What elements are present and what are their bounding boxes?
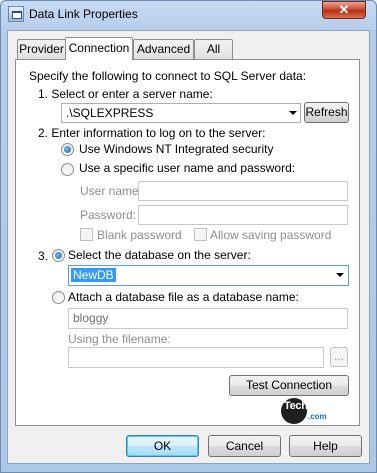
filename-label: Using the filename:	[68, 332, 171, 346]
select-database-radio[interactable]	[52, 249, 65, 262]
attach-database-label: Attach a database file as a database nam…	[68, 290, 299, 304]
window-title: Data Link Properties	[29, 7, 138, 21]
step2-label: 2. Enter information to log on to the se…	[38, 126, 266, 140]
database-dropdown-arrow-icon[interactable]	[336, 273, 344, 277]
close-button[interactable]: ✕	[322, 1, 366, 19]
database-value: NewDB	[71, 268, 116, 282]
browse-button[interactable]: ...	[330, 347, 348, 367]
help-button[interactable]: Help	[289, 435, 362, 457]
allow-saving-password-checkbox[interactable]	[194, 228, 207, 241]
step1-label: 1. Select or enter a server name:	[38, 87, 213, 101]
techumber-watermark-logo: Techumber .com	[281, 398, 343, 424]
app-icon	[8, 6, 24, 22]
username-field[interactable]	[138, 181, 348, 201]
cancel-button[interactable]: Cancel	[208, 435, 281, 457]
specific-user-radio[interactable]	[61, 163, 74, 176]
allow-saving-password-label: Allow saving password	[210, 228, 332, 242]
tab-advanced[interactable]: Advanced	[133, 39, 194, 59]
attach-database-radio[interactable]	[52, 291, 65, 304]
attach-database-name-value: bloggy	[73, 311, 109, 325]
specific-user-label: Use a specific user name and password:	[79, 161, 296, 175]
title-bar[interactable]: Data Link Properties ✕	[0, 0, 377, 30]
filename-field[interactable]	[68, 347, 324, 368]
server-name-combobox[interactable]: .\SQLEXPRESS	[61, 103, 301, 123]
tab-provider[interactable]: Provider	[17, 39, 66, 59]
server-name-value: .\SQLEXPRESS	[66, 106, 154, 120]
windows-auth-label: Use Windows NT Integrated security	[79, 142, 274, 156]
close-icon: ✕	[338, 2, 350, 17]
intro-text: Specify the following to connect to SQL …	[29, 69, 307, 83]
username-label: User name:	[80, 184, 143, 198]
blank-password-checkbox[interactable]	[80, 228, 93, 241]
tab-connection[interactable]: Connection	[65, 37, 133, 60]
blank-password-label: Blank password	[97, 228, 182, 242]
attach-database-name-field[interactable]: bloggy	[68, 308, 348, 329]
tab-all[interactable]: All	[194, 39, 233, 59]
password-field[interactable]	[138, 205, 348, 225]
refresh-button[interactable]: Refresh	[304, 102, 349, 123]
test-connection-button[interactable]: Test Connection	[229, 375, 349, 396]
server-dropdown-arrow-icon[interactable]	[289, 111, 297, 115]
ok-button[interactable]: OK	[126, 435, 199, 457]
select-database-label: Select the database on the server:	[68, 248, 251, 262]
password-label: Password:	[80, 208, 137, 222]
database-combobox[interactable]: NewDB	[68, 265, 349, 286]
windows-auth-radio[interactable]	[61, 143, 74, 156]
step3-number: 3.	[38, 249, 49, 263]
